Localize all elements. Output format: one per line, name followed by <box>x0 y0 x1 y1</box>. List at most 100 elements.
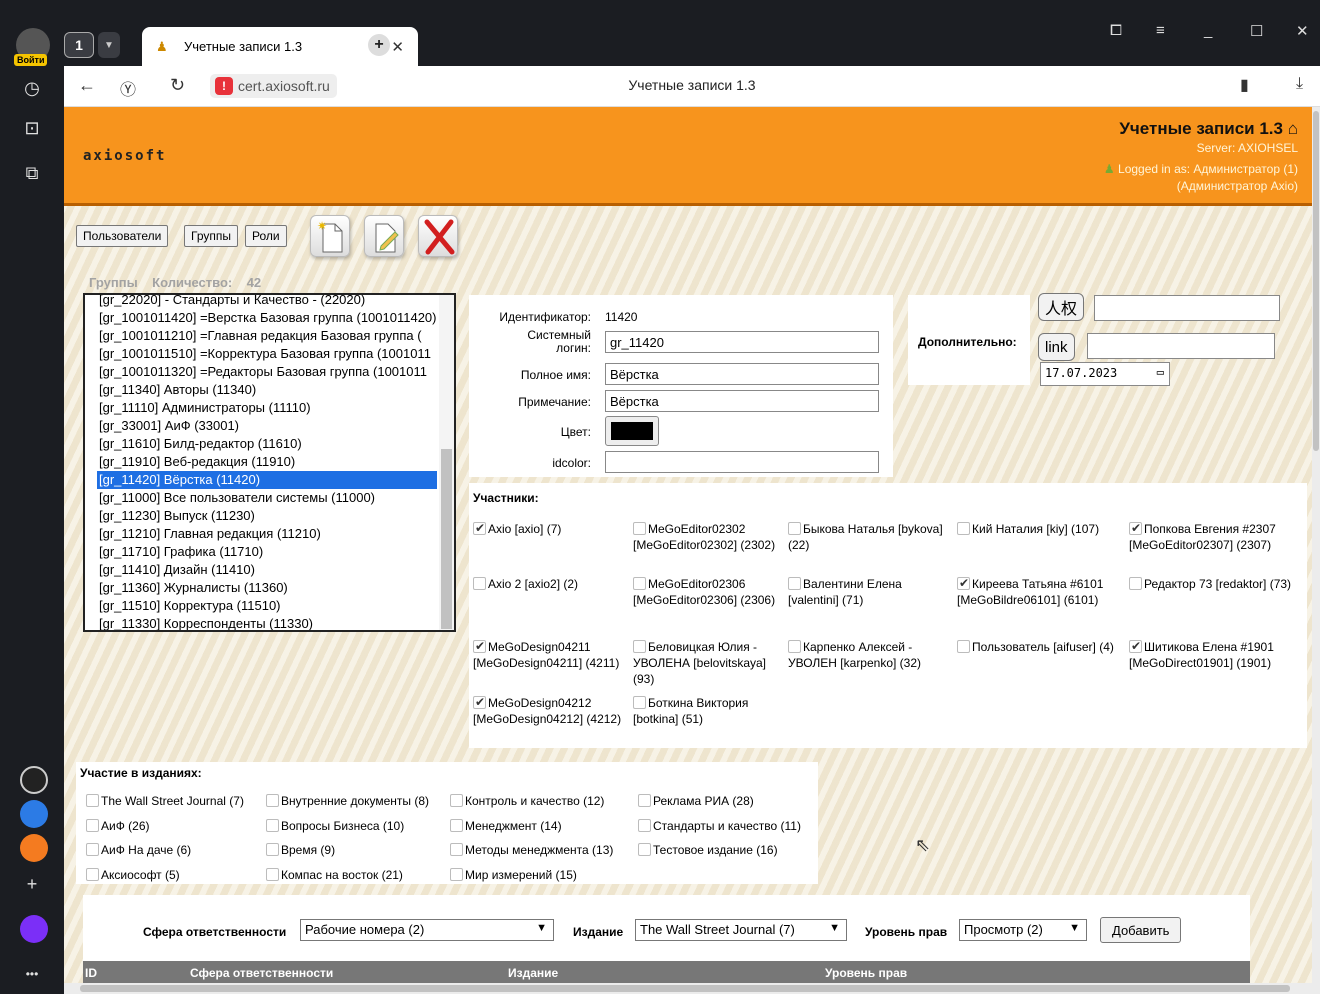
member-checkbox[interactable]: Боткина Виктория [botkina] (51) <box>633 695 783 727</box>
checkbox[interactable] <box>788 577 801 590</box>
edition-checkbox[interactable]: The Wall Street Journal (7) <box>86 794 244 808</box>
tab-count-button[interactable]: 1 <box>64 32 94 58</box>
checkbox[interactable] <box>957 640 970 653</box>
groups-button[interactable]: Группы <box>184 225 238 247</box>
member-checkbox[interactable]: Беловицкая Юлия - УВОЛЕНА [belovitskaya]… <box>633 639 783 687</box>
group-list-item[interactable]: [gr_1001011510] =Корректура Базовая груп… <box>97 345 437 363</box>
edition-select[interactable]: The Wall Street Journal (7) ▼ <box>635 919 847 941</box>
groups-listbox[interactable]: [gr_11330] Корреспонденты (11330) [gr_115… <box>83 293 456 632</box>
checkbox[interactable] <box>86 843 99 856</box>
checkbox[interactable] <box>266 818 279 832</box>
home-icon[interactable]: ⌂ <box>1288 119 1298 138</box>
music-app-icon[interactable] <box>20 834 48 862</box>
delete-icon[interactable] <box>418 215 458 257</box>
group-list-item[interactable]: [gr_22020] - Стандарты и Качество - (220… <box>97 295 437 309</box>
edition-checkbox[interactable]: Методы менеджмента (13) <box>450 843 613 857</box>
checkbox[interactable] <box>86 818 99 832</box>
roles-button[interactable]: Роли <box>245 225 287 247</box>
close-window-icon[interactable]: ✕ <box>1296 22 1309 40</box>
group-list-item[interactable]: [gr_11330] Корреспонденты (11330) <box>97 615 437 630</box>
fullname-field[interactable] <box>605 363 879 385</box>
back-icon[interactable]: ← <box>78 75 96 96</box>
group-list-item[interactable]: [gr_11410] Дизайн (11410) <box>97 561 437 579</box>
history-icon[interactable]: ◷ <box>14 70 50 106</box>
group-list-item[interactable]: [gr_11110] Администраторы (11110) <box>97 399 437 417</box>
checkbox[interactable] <box>788 640 801 653</box>
edition-checkbox[interactable]: Контроль и качество (12) <box>450 794 604 808</box>
edition-checkbox[interactable]: АиФ (26) <box>86 818 150 833</box>
login-badge[interactable]: Войти <box>14 54 48 66</box>
checkbox[interactable] <box>638 794 651 807</box>
checkbox[interactable] <box>86 867 99 881</box>
edition-checkbox[interactable]: Мир измерений (15) <box>450 867 577 882</box>
member-checkbox[interactable]: Карпенко Алексей - УВОЛЕН [karpenko] (32… <box>788 639 953 671</box>
checkbox[interactable] <box>633 522 646 535</box>
tabs-icon[interactable]: ⊡ <box>14 110 50 146</box>
checkbox[interactable] <box>638 818 651 832</box>
more-icon[interactable]: ••• <box>14 956 50 992</box>
checkbox[interactable] <box>633 696 646 709</box>
groups-scrollbar[interactable] <box>439 295 454 630</box>
edition-checkbox[interactable]: Время (9) <box>266 843 335 857</box>
edition-checkbox[interactable]: Реклама РИА (28) <box>638 794 754 808</box>
group-list-item[interactable]: [gr_11710] Графика (11710) <box>97 543 437 561</box>
group-list-item[interactable]: [gr_11000] Все пользователи системы (110… <box>97 489 437 507</box>
checkbox[interactable] <box>1129 520 1142 536</box>
menu-icon[interactable]: ≡ <box>1156 22 1165 39</box>
add-button[interactable]: Добавить <box>1100 917 1182 943</box>
login-field[interactable] <box>605 331 879 353</box>
messenger-app-icon[interactable] <box>20 800 48 828</box>
checkbox[interactable] <box>1129 577 1142 590</box>
calendar-icon[interactable]: ▭ <box>1157 365 1164 379</box>
member-checkbox[interactable]: Axio [axio] (7) <box>473 520 631 537</box>
group-list-item[interactable]: [gr_1001011320] =Редакторы Базовая групп… <box>97 363 437 381</box>
checkbox[interactable] <box>450 867 463 881</box>
note-field[interactable] <box>605 390 879 412</box>
extra-input-2[interactable] <box>1087 333 1275 359</box>
reload-icon[interactable]: ↻ <box>170 75 185 96</box>
chevron-down-icon[interactable]: ▼ <box>98 32 120 58</box>
group-list-item[interactable]: [gr_11510] Корректура (11510) <box>97 597 437 615</box>
link-button[interactable]: link <box>1038 333 1075 361</box>
yandex-icon[interactable]: Ⓨ <box>120 76 136 100</box>
users-button[interactable]: Пользователи <box>76 225 169 247</box>
date-field[interactable]: 17.07.2023 ▭ <box>1040 362 1170 386</box>
checkbox[interactable] <box>450 794 463 807</box>
checkbox[interactable] <box>266 794 279 807</box>
edition-checkbox[interactable]: Стандарты и качество (11) <box>638 818 801 833</box>
checkbox[interactable] <box>633 640 646 653</box>
group-list-item[interactable]: [gr_11230] Выпуск (11230) <box>97 507 437 525</box>
new-tab-button[interactable]: + <box>368 34 390 56</box>
edition-checkbox[interactable]: Вопросы Бизнеса (10) <box>266 818 404 833</box>
edition-checkbox[interactable]: АиФ На даче (6) <box>86 843 191 857</box>
member-checkbox[interactable]: Валентини Елена [valentini] (71) <box>788 576 953 608</box>
member-checkbox[interactable]: Кий Наталия [kiy] (107) <box>957 521 1127 537</box>
group-list-item[interactable]: [gr_11340] Авторы (11340) <box>97 381 437 399</box>
page-vertical-scrollbar[interactable] <box>1312 107 1320 994</box>
checkbox[interactable] <box>957 575 970 591</box>
idcolor-field[interactable] <box>605 451 879 473</box>
checkbox[interactable] <box>86 794 99 807</box>
member-checkbox[interactable]: Попкова Евгения #2307 [MeGoEditor02307] … <box>1129 520 1294 553</box>
group-list-item[interactable]: [gr_33001] АиФ (33001) <box>97 417 437 435</box>
group-list-item[interactable]: [gr_11420] Вёрстка (11420) <box>97 471 437 489</box>
checkbox[interactable] <box>788 522 801 535</box>
checkbox[interactable] <box>266 867 279 881</box>
maximize-icon[interactable]: ☐ <box>1250 22 1263 40</box>
member-checkbox[interactable]: Axio 2 [axio2] (2) <box>473 576 631 592</box>
checkbox[interactable] <box>450 843 463 856</box>
edition-checkbox[interactable]: Тестовое издание (16) <box>638 843 778 857</box>
checkbox[interactable] <box>1129 638 1142 654</box>
member-checkbox[interactable]: MeGoEditor02302 [MeGoEditor02302] (2302) <box>633 521 783 553</box>
url-field[interactable]: ! cert.axiosoft.ru <box>210 74 337 98</box>
page-horizontal-scrollbar[interactable] <box>64 983 1312 994</box>
assistant-app-icon[interactable] <box>20 915 48 943</box>
member-checkbox[interactable]: MeGoEditor02306 [MeGoEditor02306] (2306) <box>633 576 783 608</box>
checkbox[interactable] <box>957 522 970 535</box>
edition-checkbox[interactable]: Компас на восток (21) <box>266 867 403 882</box>
group-list-item[interactable]: [gr_11360] Журналисты (11360) <box>97 579 437 597</box>
screenshot-icon[interactable]: ⧉ <box>14 155 50 191</box>
bookmarks-panel-icon[interactable]: ⧠ <box>1110 22 1122 39</box>
hieroglyph-button[interactable]: 人权 <box>1038 293 1085 321</box>
color-picker[interactable] <box>605 416 659 446</box>
